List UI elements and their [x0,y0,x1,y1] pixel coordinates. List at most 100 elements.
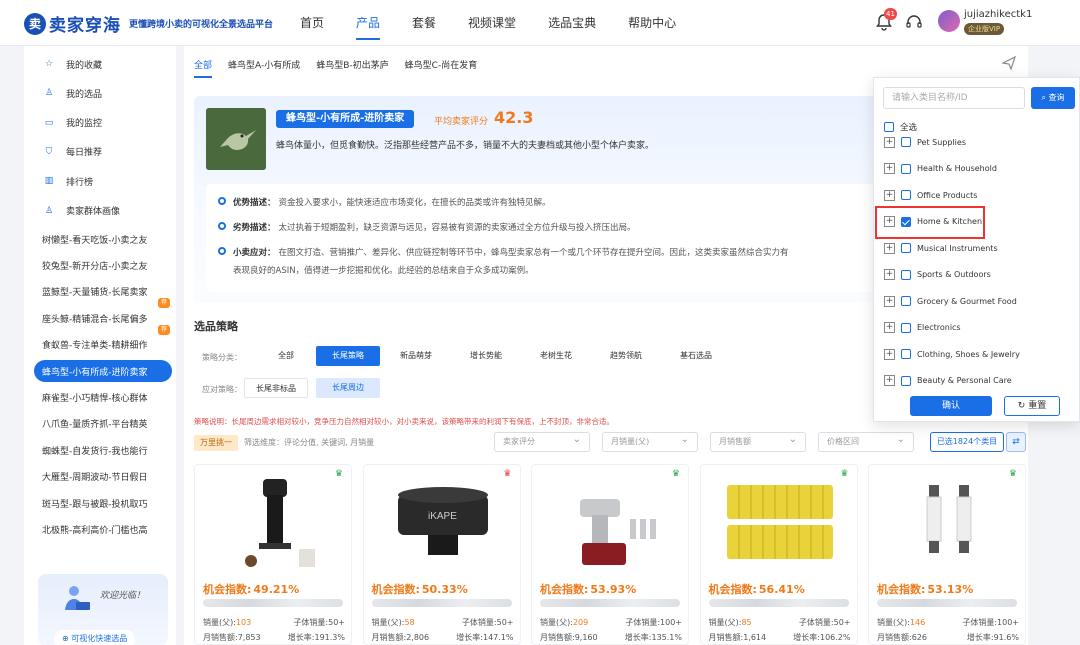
category-name: Grocery & Gourmet Food [917,296,1017,306]
category-row[interactable]: + Beauty & Personal Care [884,373,1012,389]
product-image[interactable] [552,475,670,571]
product-card[interactable]: ♛ 机会指数: 49.21% 销量(父):103 子体销量:50+ 月销售额:7,853 增… [194,464,352,645]
expand-plus-icon[interactable]: + [884,269,895,280]
advantage-row: 优势描述： 资金投入要求小，能快速适应市场变化，在擅长的品类或许有独特见解。 [218,196,551,208]
category-row[interactable]: + Electronics [884,320,961,336]
sidebar-item[interactable]: ♙ 我的选品 [24,79,176,107]
confirm-button[interactable]: 确认 [910,396,992,416]
expand-plus-icon[interactable]: + [884,348,895,360]
strategy-response-chip[interactable]: 长尾非标品 [244,378,308,398]
sidebar-type-item[interactable]: 大雁型-周期波动-节日假日 [24,463,176,491]
select-all-checkbox[interactable]: 全选 [884,121,917,133]
sidebar-item[interactable]: ⛉ 每日推荐 [24,138,176,166]
category-row[interactable]: + Clothing, Shoes & Jewelry [884,346,1020,362]
checkbox-icon[interactable] [901,296,911,306]
strategy-class-chip[interactable]: 全部 [254,346,318,366]
expand-plus-icon[interactable]: + [884,375,895,386]
tab[interactable]: 蜂鸟型B-初出茅庐 [316,58,388,78]
star-icon: ☆ [44,59,54,69]
tab[interactable]: 全部 [194,58,213,78]
filter-select[interactable]: 卖家评分 [494,431,590,452]
sidebar-type-item[interactable]: 蓝鲸型-天量铺货-长尾卖家 [24,278,176,306]
product-card[interactable]: ♛ 机会指数: 53.93% 销量(父):209 子体销量:100+ 月销售额:9,160… [531,464,689,645]
sidebar-type-item[interactable]: 食蚁兽-专注单类-精耕细作荐 [24,324,176,359]
sidebar-type-item[interactable]: 座头鲸-精铺混合-长尾偏多荐 [24,298,176,332]
strategy-class-chip[interactable]: 长尾策略 [316,346,380,366]
strategy-class-chip[interactable]: 增长势能 [454,346,518,366]
category-search-input[interactable]: 请输入类目名称/ID [883,87,1025,109]
product-card[interactable]: ♛ 机会指数: 53.13% 销量(父):146 子体销量:100+ 月销售额:626 增长… [868,464,1026,645]
strategy-class-chip[interactable]: 趋势领航 [594,346,658,366]
avatar[interactable] [938,10,960,32]
category-row[interactable]: + Grocery & Gourmet Food [884,293,1017,309]
nav-item[interactable]: 套餐 [412,0,436,46]
nav-item[interactable]: 选品宝典 [548,0,596,46]
product-image[interactable] [215,475,333,571]
quick-select-link[interactable]: ⊕ 可视化快速选品 [54,630,136,645]
checkbox-icon[interactable] [901,137,911,147]
tab[interactable]: 蜂鸟型A-小有所成 [228,58,300,78]
category-row[interactable]: + Health & Household [884,161,997,177]
product-card[interactable]: ♛ iKAPE 机会指数: 50.33% 销量(父):58 子体销量:50+ 月销售额:2,… [362,464,521,645]
checkbox-icon[interactable] [884,122,894,132]
nav-item[interactable]: 首页 [300,0,324,46]
expand-plus-icon[interactable]: + [884,295,895,307]
nav-item[interactable]: 帮助中心 [628,0,676,46]
product-card[interactable]: ♛ 机会指数: 56.41% 销量(父):85 子体销量:50+ 月销售额:1,614 增长… [699,464,858,645]
checkbox-icon[interactable] [901,269,911,280]
disadvantage-row: 劣势描述： 太过执着于短期盈利，缺乏资源与远见，容易被有资源的卖家通过全方位升级与… [218,221,636,233]
sidebar-item[interactable]: ▭ 我的监控 [24,109,176,137]
checkbox-icon[interactable] [901,190,911,200]
sidebar-type-item[interactable]: 北极熊-高利高价-门槛也高 [24,515,176,543]
checkbox-icon[interactable] [901,375,911,386]
checkbox-icon[interactable] [901,243,911,253]
product-image[interactable] [721,475,839,571]
selected-categories-button[interactable]: 已选1824个类目 [930,432,1004,452]
sidebar-type-item[interactable]: 斑马型-跟与被跟-投机取巧 [24,489,176,517]
strategy-response-chip[interactable]: 长尾周边 [316,378,380,398]
promo-banner[interactable]: 欢迎光临！ ⊕ 可视化快速选品 [38,574,168,645]
sidebar-type-item[interactable]: 八爪鱼-量质齐抓-平台精英 [24,410,176,438]
strategy-class-chip[interactable]: 新品萌芽 [384,346,448,366]
sidebar-item[interactable]: ☆ 我的收藏 [24,50,176,78]
filter-select[interactable]: 价格区间 [818,431,914,452]
sidebar-type-item[interactable]: 树懒型-看天吃饭-小卖之友 [24,225,176,253]
category-row[interactable]: + Pet Supplies [884,134,966,150]
sidebar-item[interactable]: ▥ 排行榜 [24,167,176,195]
sidebar-type-item[interactable]: 麻雀型-小巧精悍-核心群体 [24,383,176,411]
strategy-class-chip[interactable]: 基石选品 [664,346,728,366]
category-row[interactable]: + Sports & Outdoors [884,267,991,283]
filter-settings-icon[interactable]: ⇄ [1006,432,1026,452]
sidebar-type-item[interactable]: 狡兔型-新开分店-小卖之友 [24,251,176,279]
logo[interactable]: 卖 卖家穿海 更懂跨境小卖的可视化全景选品平台 [24,11,273,36]
username[interactable]: jujiazhikectk1 [964,9,1032,20]
tab[interactable]: 蜂鸟型C-尚在发育 [405,58,478,78]
checkbox-icon[interactable] [901,322,911,333]
expand-plus-icon[interactable]: + [884,163,895,174]
sidebar-type-item[interactable]: 蜂鸟型-小有所成-进阶卖家 [34,360,172,382]
product-image[interactable] [889,475,1007,571]
logo-mark-icon: 卖 [24,12,46,35]
product-image[interactable]: iKAPE [384,475,502,571]
category-search-button[interactable]: ⌕ 查询 [1031,87,1075,109]
category-row[interactable]: + Office Products [884,187,977,203]
checkbox-icon[interactable] [901,163,911,174]
nav-item[interactable]: 视频课堂 [468,0,516,46]
strategy-class-chip[interactable]: 老树生花 [524,346,588,366]
expand-plus-icon[interactable]: + [884,242,895,254]
expand-plus-icon[interactable]: + [884,136,895,148]
growth-rate: 增长率:135.1% [624,633,682,642]
expand-plus-icon[interactable]: + [884,322,895,333]
filter-select[interactable]: 月销量(父) [602,431,698,452]
reset-button[interactable]: ↻ 重置 [1004,396,1060,416]
sidebar-item[interactable]: ♙ 卖家群体画像 [24,197,176,225]
nav-item[interactable]: 产品 [356,0,381,46]
sidebar-type-item[interactable]: 蜘蛛型-自发货行-我也能行 [24,436,176,464]
send-icon[interactable] [1002,56,1016,70]
filter-select[interactable]: 月销售额 [710,431,806,452]
checkbox-icon[interactable] [901,349,911,359]
filter-tag[interactable]: 万里挑一 [194,435,238,451]
expand-plus-icon[interactable]: + [884,189,895,201]
headset-icon[interactable] [905,13,923,31]
category-row[interactable]: + Musical Instruments [884,240,998,256]
